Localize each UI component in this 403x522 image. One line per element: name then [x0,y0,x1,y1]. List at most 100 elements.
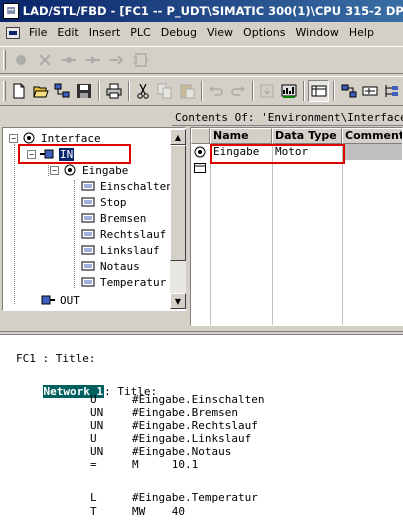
program-elements-icon [362,86,378,96]
app-icon[interactable]: ▤ [3,3,19,19]
tree-node-field[interactable]: Notaus [81,258,140,274]
stl-operand: #Eingabe.Temperatur [132,491,258,504]
toolbar-separator [98,81,101,101]
toolbar-separator [303,81,306,101]
open-button[interactable] [31,80,52,102]
tree-label-field: Einschalten [100,179,173,193]
close-branch-icon [85,56,100,64]
call-structure-button[interactable] [381,80,402,102]
tree-node-eingabe[interactable]: − Eingabe [50,162,128,178]
new-row-icon [194,163,206,173]
tree-label-field: Stop [100,195,127,209]
stl-op: U [90,393,97,406]
tree-node-field[interactable]: Einschalten [81,178,173,194]
table-cell-comment[interactable] [342,144,402,160]
struct-icon [194,146,206,158]
column-header-comment[interactable]: Comment [342,128,402,144]
cut-button[interactable] [133,80,154,102]
grid-line [210,144,211,325]
scroll-down-button[interactable]: ▼ [170,293,186,309]
paste-button[interactable] [176,80,197,102]
tree-label-field: Linkslauf [100,243,160,257]
tree-vertical-scrollbar[interactable]: ▲ ▼ [170,129,186,309]
download-button[interactable] [257,80,278,102]
tree-node-out[interactable]: OUT [41,292,80,308]
collapse-icon[interactable]: − [50,165,59,175]
window-title: LAD/STL/FBD - [FC1 -- P_UDT\SIMATIC 300(… [22,4,403,18]
connection-icon [109,55,123,65]
unplug-button[interactable] [33,49,56,71]
contents-of-header: Contents Of: 'Environment\Interface [172,110,403,126]
toolbar-separator [333,81,336,101]
branch-button[interactable] [57,49,80,71]
save-button[interactable] [74,80,95,102]
tree-label-eingabe: Eingabe [82,163,129,177]
variable-icon [81,245,95,255]
toolbar-separator [200,81,203,101]
undo-button[interactable] [206,80,227,102]
copy-button[interactable] [155,80,176,102]
tree-label-field: Bremsen [100,211,147,225]
menu-help[interactable]: Help [344,24,379,42]
monitor-button[interactable] [279,80,300,102]
accessible-nodes-button[interactable] [52,80,73,102]
monitor-icon [281,84,297,98]
tree-node-field[interactable]: Bremsen [81,210,146,226]
element-toolbar [0,46,403,74]
document-system-icon[interactable] [6,27,20,39]
menu-options[interactable]: Options [238,24,290,42]
tree-label-field: Notaus [100,259,140,273]
menu-debug[interactable]: Debug [156,24,202,42]
tree-line [48,162,49,176]
tree-node-field[interactable]: Linkslauf [81,242,160,258]
new-button[interactable] [9,80,30,102]
variable-icon [81,277,95,287]
tree-node-field[interactable]: Stop [81,194,127,210]
menu-insert[interactable]: Insert [84,24,126,42]
program-elements-button[interactable] [360,80,381,102]
menu-plc[interactable]: PLC [125,24,155,42]
pane-splitter[interactable] [0,328,403,332]
tree-label-out: OUT [60,293,80,307]
tree-horizontal-scrollbar[interactable] [2,311,186,326]
details-button[interactable] [338,80,359,102]
block-title[interactable]: FC1 : Title: [16,352,95,365]
stl-operand: #Eingabe.Rechtslauf [132,419,258,432]
details-icon [341,84,357,98]
box-icon [132,53,149,67]
collapse-icon[interactable]: − [9,133,18,143]
scroll-up-button[interactable]: ▲ [170,129,186,145]
column-header-name[interactable]: Name [210,128,272,144]
print-button[interactable] [103,80,124,102]
paste-icon [180,84,195,99]
column-header-data-type[interactable]: Data Type [272,128,342,144]
interface-icon [23,132,35,144]
standard-toolbar [0,76,403,106]
box-button[interactable] [129,49,152,71]
row-header-corner [191,128,210,144]
menu-edit[interactable]: Edit [52,24,83,42]
new-icon [13,83,25,99]
close-branch-button[interactable] [81,49,104,71]
variable-icon [81,181,95,191]
menu-file[interactable]: File [24,24,52,42]
accessible-nodes-icon [54,83,70,98]
variable-icon [81,229,95,239]
stl-code-editor[interactable]: FC1 : Title: Network 1: Title: U #Eingab… [0,334,403,522]
tree-node-field[interactable]: Rechtslauf [81,226,166,242]
redo-button[interactable] [228,80,249,102]
menu-view[interactable]: View [202,24,238,42]
overview-button[interactable] [308,80,330,102]
insert-network-button[interactable] [9,49,32,71]
tree-node-field[interactable]: Temperatur [81,274,166,290]
stl-operand: #Eingabe.Einschalten [132,393,265,406]
connection-button[interactable] [105,49,128,71]
grid-line [342,144,343,325]
stl-op: U [90,432,97,445]
menu-window[interactable]: Window [291,24,344,42]
cut-icon [137,83,150,99]
save-icon [77,84,92,98]
toolbar-grip[interactable] [3,50,6,70]
toolbar-grip-2[interactable] [3,81,6,101]
scroll-thumb[interactable] [170,145,186,261]
